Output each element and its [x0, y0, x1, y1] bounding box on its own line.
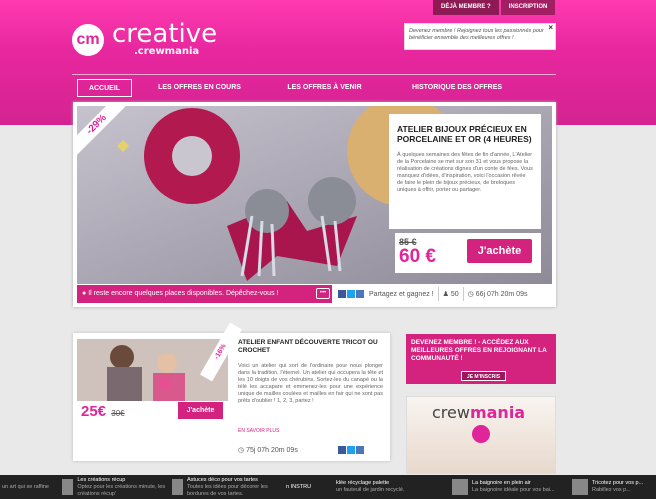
price-card: 85 € 60 € J'achète	[395, 233, 541, 273]
footer-item-title: Les créations récup	[77, 476, 126, 483]
card-countdown: ◷ 75j 07h 20m 09s	[238, 446, 298, 454]
footer-item-sub: Toutes les idées pour décorer les bordur…	[186, 483, 268, 497]
account-links: DÉJÀ MEMBRE ? INSCRIPTION	[433, 0, 556, 15]
signup-button[interactable]: JE M'INSCRIS	[461, 371, 506, 381]
footer-thumb	[452, 479, 468, 495]
footer-item-title: klée récyclage palette	[336, 480, 390, 486]
logo-mark-icon: cm	[72, 24, 104, 56]
footer-item-title: Tricotez pour vos p...	[592, 480, 644, 486]
countdown-timer: ◷ 66j 07h 20m 09s	[468, 290, 528, 298]
people-icon: ♟	[442, 291, 451, 298]
membership-tooltip-text: Devenez membre ! Rejoignez tous les pass…	[409, 28, 544, 41]
twitter-icon[interactable]	[346, 446, 355, 454]
nav-home[interactable]: ACCUEIL	[77, 79, 132, 97]
logo-letter: cm	[76, 31, 100, 48]
footer-item-sub: La baignoire idéale pour vos bai...	[472, 487, 555, 493]
clock-icon: ◷	[467, 291, 476, 298]
offer-title[interactable]: ATELIER BIJOUX PRÉCIEUX EN PORCELAINE ET…	[397, 124, 533, 144]
close-icon[interactable]: ×	[548, 24, 553, 32]
card-new-price: 25€	[81, 403, 107, 420]
card-old-price: 30€	[111, 409, 125, 418]
footer-thumb	[172, 479, 183, 495]
membership-promo: DEVENEZ MEMBRE ! - ACCÉDEZ AUX MEILLEURE…	[406, 334, 556, 384]
footer-carousel: un art qui se raffine Les créations récu…	[0, 475, 656, 499]
membership-promo-text: DEVENEZ MEMBRE ! - ACCÉDEZ AUX MEILLEURE…	[411, 339, 547, 362]
footer-thumb	[62, 479, 74, 495]
users-icon: ●	[82, 290, 87, 297]
google-icon[interactable]	[355, 446, 364, 454]
twitter-icon[interactable]	[347, 290, 355, 298]
footer-item[interactable]: un art qui se raffine	[0, 475, 62, 499]
footer-item-title: n INSTRU	[286, 483, 312, 490]
crewmania-logo-b: mania	[469, 403, 526, 422]
nav-offer-history[interactable]: HISTORIQUE DES OFFRES	[382, 79, 532, 97]
divider	[437, 287, 439, 301]
availability-banner: ● Il reste encore quelques places dispon…	[77, 285, 332, 303]
crewmania-logo-a: crew	[432, 403, 470, 422]
footer-item[interactable]: klée récyclage palette un fauteuil de jar…	[336, 475, 452, 499]
crewmania-logo: crewmania	[432, 403, 525, 422]
availability-text: Il reste encore quelques places disponib…	[88, 290, 279, 297]
footer-item-title: La baignoire en plein air	[472, 480, 531, 486]
participant-count: ♟ 50	[443, 290, 459, 298]
card-more-link[interactable]: EN SAVOIR PLUS	[238, 428, 279, 434]
countdown-value: 66j 07h 20m 09s	[475, 291, 528, 298]
offer-info-card: ATELIER BIJOUX PRÉCIEUX EN PORCELAINE ET…	[389, 114, 541, 229]
site-logo[interactable]: cm creative .crewmania	[72, 19, 218, 58]
google-icon[interactable]	[356, 290, 364, 298]
footer-item-sub: un fauteuil de jardin recyclé.	[336, 487, 405, 493]
buy-button[interactable]: J'achète	[467, 239, 532, 263]
card-social-share	[337, 446, 365, 454]
facebook-icon[interactable]	[338, 290, 346, 298]
footer-item-sub: Optez pour les créations minute, les cré…	[77, 483, 166, 497]
nav-upcoming-offers[interactable]: LES OFFRES À VENIR	[267, 79, 382, 97]
signup-link[interactable]: INSCRIPTION	[500, 0, 556, 15]
participant-count-value: 50	[450, 291, 459, 298]
logo-mark-icon	[472, 425, 490, 443]
offer-description: À quelques semaines des fêtes de fin d'a…	[397, 152, 533, 193]
card-status-bar: ◷ 75j 07h 20m 09s	[238, 446, 386, 454]
crewmania-banner[interactable]: crewmania	[406, 396, 556, 474]
footer-item[interactable]: Astuces déco pour vos tartes Toutes les i…	[172, 475, 286, 499]
nav-divider	[72, 74, 556, 75]
card-buy-button[interactable]: J'achète	[178, 402, 223, 419]
footer-thumb	[572, 479, 588, 495]
main-nav: ACCUEIL LES OFFRES EN COURS LES OFFRES À…	[72, 79, 556, 97]
share-text: Partagez et gagnez !	[369, 290, 434, 298]
card-countdown-value: 75j 07h 20m 09s	[246, 447, 298, 454]
offer-card: 25€ 30€ J'achète ATELIER ENFANT DÉCOUVER…	[73, 322, 390, 461]
footer-item-sub: Rabillez vos p...	[592, 487, 631, 493]
footer-item[interactable]: Les créations récup Optez pour les créati…	[62, 475, 172, 499]
membership-tooltip: Devenez membre ! Rejoignez tous les pass…	[404, 23, 556, 50]
clock-icon: ◷	[238, 447, 247, 454]
footer-item[interactable]: n INSTRU	[286, 475, 336, 499]
social-share	[338, 290, 365, 298]
footer-item-title: Astuces déco pour vos tartes	[186, 476, 258, 483]
more-button[interactable]: •••	[316, 288, 330, 299]
login-link[interactable]: DÉJÀ MEMBRE ?	[433, 0, 499, 15]
card-title[interactable]: ATELIER ENFANT DÉCOUVERTE TRICOT OU CROC…	[238, 339, 383, 355]
footer-item[interactable]: La baignoire en plein air La baignoire id…	[452, 475, 572, 499]
featured-offer: -29% ATELIER BIJOUX PRÉCIEUX EN PORCELAI…	[73, 102, 556, 307]
facebook-icon[interactable]	[337, 446, 346, 454]
card-description: Voici un atelier qui sort de l'ordinaire…	[238, 363, 383, 404]
logo-text: creative .crewmania	[112, 19, 218, 58]
footer-item-sub: un art qui se raffine	[2, 483, 49, 490]
logo-brand: creative	[112, 19, 218, 49]
featured-status-bar: ● Il reste encore quelques places dispon…	[77, 285, 552, 303]
nav-current-offers[interactable]: LES OFFRES EN COURS	[132, 79, 267, 97]
divider	[462, 287, 464, 301]
footer-item[interactable]: Tricotez pour vos p... Rabillez vos p...	[572, 475, 656, 499]
